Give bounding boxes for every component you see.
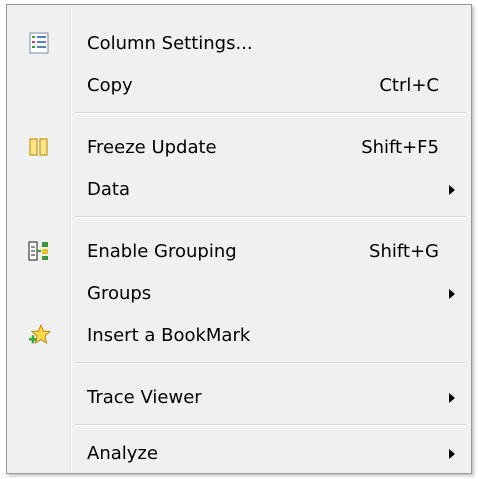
menu-separator: [75, 424, 465, 426]
context-menu: Column Settings... Copy Ctrl+C Freeze Up…: [6, 4, 472, 474]
menu-separator: [75, 112, 465, 114]
grouping-icon: [27, 239, 51, 263]
bookmark-star-icon: [27, 323, 52, 347]
freeze-icon: [27, 135, 51, 159]
menu-separator: [75, 216, 465, 218]
menu-item-label: Data: [87, 179, 130, 200]
menu-item-data[interactable]: Data: [9, 165, 469, 215]
submenu-arrow-icon: [449, 393, 455, 403]
menu-item-shortcut: Ctrl+C: [379, 75, 439, 96]
menu-item-label: Analyze: [87, 443, 158, 464]
menu-separator: [75, 362, 465, 364]
menu-item-label: Trace Viewer: [87, 387, 202, 408]
submenu-arrow-icon: [449, 185, 455, 195]
menu-item-copy[interactable]: Copy Ctrl+C: [9, 61, 469, 111]
column-settings-icon: [27, 31, 51, 55]
menu-item-analyze[interactable]: Analyze: [9, 429, 469, 479]
submenu-arrow-icon: [449, 449, 455, 459]
menu-item-insert-bookmark[interactable]: Insert a BookMark: [9, 311, 469, 361]
menu-item-label: Insert a BookMark: [87, 325, 251, 346]
submenu-arrow-icon: [449, 289, 455, 299]
menu-item-trace-viewer[interactable]: Trace Viewer: [9, 373, 469, 423]
menu-item-label: Copy: [87, 75, 133, 96]
